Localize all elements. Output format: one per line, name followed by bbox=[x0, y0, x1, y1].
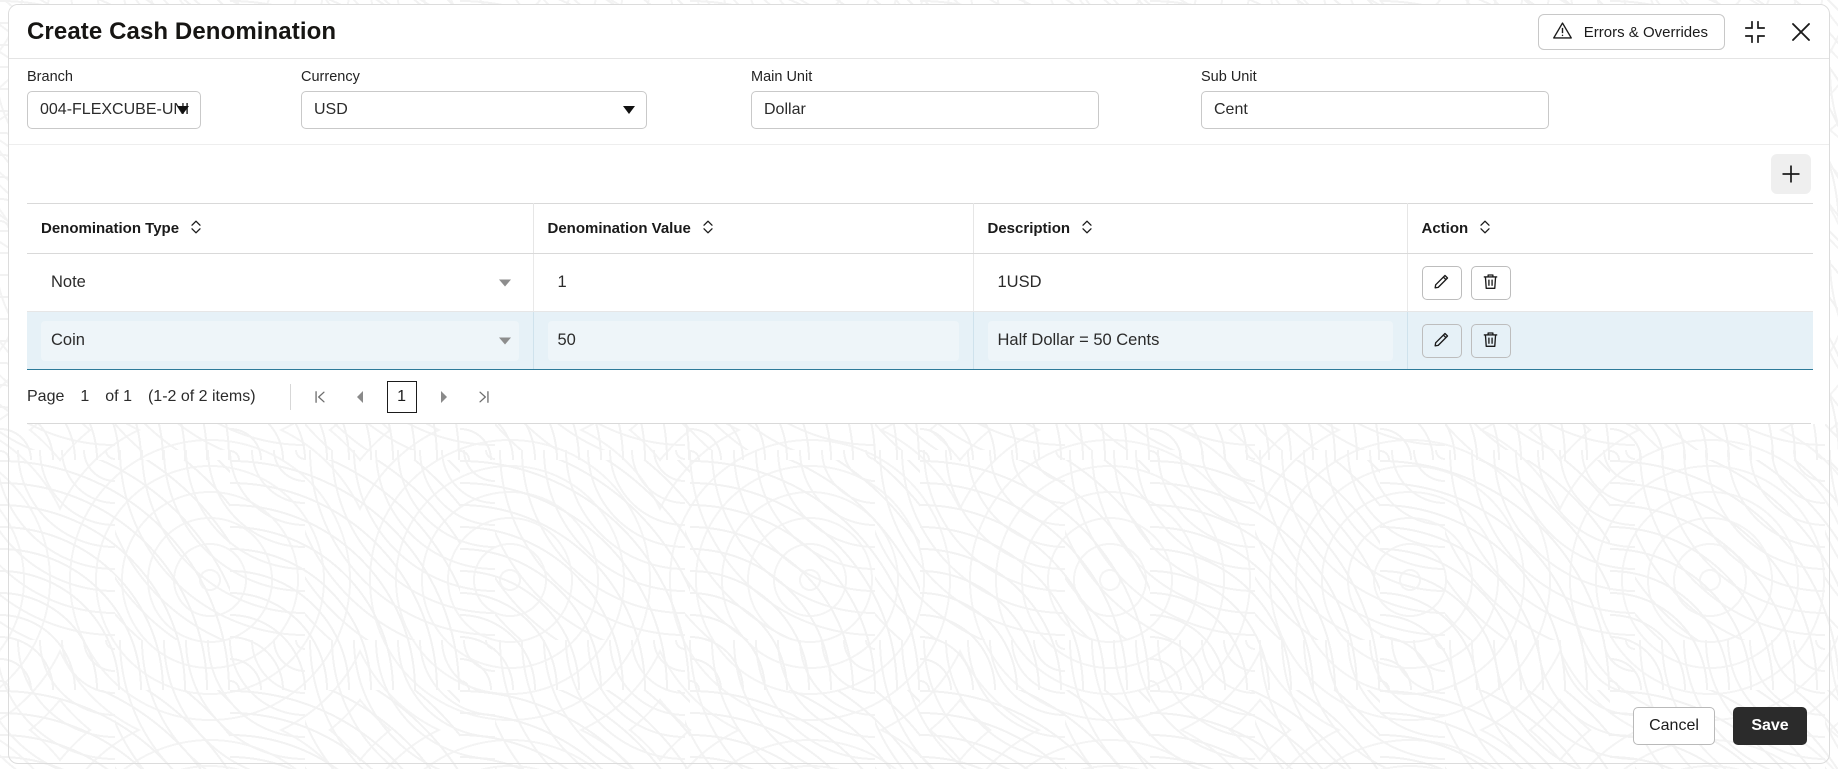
table-toolbar bbox=[27, 145, 1811, 203]
branch-value: 004-FLEXCUBE-UNIVERSAL-B bbox=[40, 101, 188, 118]
cell-description[interactable]: Half Dollar = 50 Cents bbox=[973, 311, 1408, 370]
branch-field-group: Branch 004-FLEXCUBE-UNIVERSAL-B bbox=[27, 69, 201, 144]
minimize-icon[interactable] bbox=[1739, 16, 1771, 48]
column-header-description[interactable]: Description bbox=[973, 203, 1408, 254]
chevron-down-icon bbox=[498, 337, 511, 344]
sort-updown-icon[interactable] bbox=[1479, 219, 1491, 239]
dialog-footer: Cancel Save bbox=[9, 689, 1829, 763]
chevron-down-icon bbox=[498, 279, 511, 286]
pagination: Page 1 of 1 (1-2 of 2 items) 1 bbox=[27, 370, 1811, 424]
branch-label: Branch bbox=[27, 69, 73, 85]
first-page-icon[interactable] bbox=[307, 382, 333, 412]
column-header-denomination-value[interactable]: Denomination Value bbox=[533, 203, 974, 254]
main-unit-input[interactable]: Dollar bbox=[751, 91, 1099, 129]
page-title: Create Cash Denomination bbox=[27, 17, 337, 45]
main-unit-label: Main Unit bbox=[751, 69, 813, 85]
description-value: 1USD bbox=[997, 273, 1042, 291]
main-unit-value: Dollar bbox=[764, 101, 806, 118]
pagination-items-label: (1-2 of 2 items) bbox=[147, 387, 256, 405]
edit-row-button[interactable] bbox=[1421, 323, 1462, 358]
cell-denomination-value[interactable]: 1 bbox=[533, 253, 974, 312]
warning-triangle-icon bbox=[1552, 20, 1573, 45]
sub-unit-value: Cent bbox=[1214, 101, 1248, 118]
pagination-divider bbox=[289, 383, 291, 410]
sub-unit-input[interactable]: Cent bbox=[1201, 91, 1549, 129]
pagination-page-number[interactable]: 1 bbox=[80, 388, 89, 406]
denomination-value-value: 50 bbox=[557, 331, 576, 349]
cell-denomination-type[interactable]: Note bbox=[27, 253, 534, 312]
column-header-denomination-type[interactable]: Denomination Type bbox=[27, 203, 534, 254]
last-page-icon[interactable] bbox=[471, 382, 497, 412]
pagination-of-label: of 1 bbox=[105, 387, 132, 405]
cell-denomination-value[interactable]: 50 bbox=[533, 311, 974, 370]
currency-value: USD bbox=[314, 101, 348, 118]
column-label: Action bbox=[1421, 220, 1469, 237]
denomination-form: Branch 004-FLEXCUBE-UNIVERSAL-B Currency… bbox=[9, 59, 1829, 145]
currency-label: Currency bbox=[301, 69, 360, 85]
main-unit-field-group: Main Unit Dollar bbox=[751, 69, 1099, 144]
pagination-current-page[interactable]: 1 bbox=[386, 380, 417, 413]
delete-row-button[interactable] bbox=[1470, 265, 1511, 300]
trash-icon bbox=[1481, 272, 1500, 294]
description-value: Half Dollar = 50 Cents bbox=[997, 331, 1160, 349]
currency-field-group: Currency USD bbox=[301, 69, 647, 144]
sort-updown-icon[interactable] bbox=[190, 219, 202, 239]
cell-action bbox=[1407, 253, 1813, 312]
cancel-button[interactable]: Cancel bbox=[1633, 707, 1715, 745]
table-row[interactable]: Coin 50 Half Dollar = 50 Cents bbox=[27, 311, 1813, 370]
trash-icon bbox=[1481, 330, 1500, 352]
cell-action bbox=[1407, 311, 1813, 370]
denomination-table-area: Denomination Type Denomination Value Des… bbox=[9, 145, 1829, 424]
pagination-nav: 1 bbox=[307, 380, 497, 413]
sort-updown-icon[interactable] bbox=[1081, 219, 1093, 239]
column-label: Denomination Type bbox=[41, 220, 180, 237]
close-icon[interactable] bbox=[1785, 16, 1817, 48]
sub-unit-field-group: Sub Unit Cent bbox=[1201, 69, 1549, 144]
chevron-down-icon bbox=[177, 106, 189, 114]
add-row-button[interactable] bbox=[1771, 154, 1811, 194]
table-header-row: Denomination Type Denomination Value Des… bbox=[27, 203, 1813, 254]
sub-unit-label: Sub Unit bbox=[1201, 69, 1257, 85]
prev-page-icon[interactable] bbox=[347, 382, 373, 412]
column-label: Denomination Value bbox=[547, 220, 691, 237]
delete-row-button[interactable] bbox=[1470, 323, 1511, 358]
save-button[interactable]: Save bbox=[1733, 707, 1807, 745]
cell-description[interactable]: 1USD bbox=[973, 253, 1408, 312]
next-page-icon[interactable] bbox=[431, 382, 457, 412]
denomination-table: Denomination Type Denomination Value Des… bbox=[27, 203, 1813, 370]
titlebar-actions: Errors & Overrides bbox=[1537, 5, 1817, 59]
denomination-type-value: Coin bbox=[51, 331, 85, 349]
column-header-action[interactable]: Action bbox=[1407, 203, 1813, 254]
edit-row-button[interactable] bbox=[1421, 265, 1462, 300]
pencil-icon bbox=[1432, 272, 1451, 294]
denomination-value-value: 1 bbox=[557, 273, 567, 291]
denomination-type-value: Note bbox=[51, 273, 86, 291]
table-row[interactable]: Note 1 1USD bbox=[27, 253, 1813, 312]
chevron-down-icon bbox=[623, 106, 635, 114]
errors-and-overrides-button[interactable]: Errors & Overrides bbox=[1537, 14, 1725, 50]
errors-and-overrides-label: Errors & Overrides bbox=[1583, 23, 1708, 41]
create-cash-denomination-dialog: Create Cash Denomination Errors & Overri… bbox=[8, 4, 1830, 764]
column-label: Description bbox=[987, 220, 1071, 237]
pagination-page-label: Page bbox=[27, 387, 65, 405]
sort-updown-icon[interactable] bbox=[702, 219, 714, 239]
dialog-titlebar: Create Cash Denomination Errors & Overri… bbox=[9, 5, 1829, 59]
currency-select[interactable]: USD bbox=[301, 91, 647, 129]
cell-denomination-type[interactable]: Coin bbox=[27, 311, 534, 370]
branch-select[interactable]: 004-FLEXCUBE-UNIVERSAL-B bbox=[27, 91, 201, 129]
pencil-icon bbox=[1432, 330, 1451, 352]
